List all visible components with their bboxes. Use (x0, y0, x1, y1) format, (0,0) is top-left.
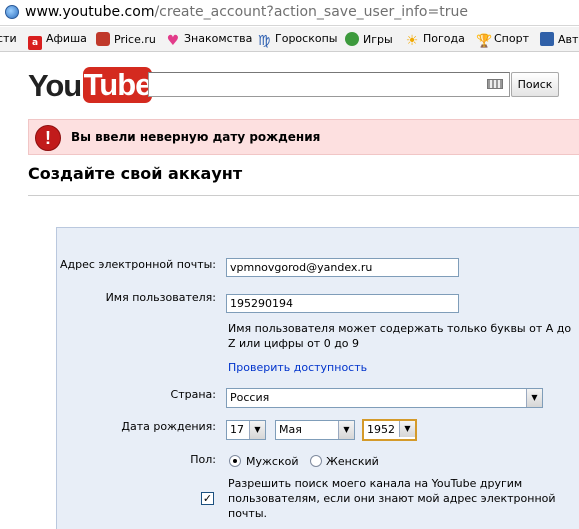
error-message: Вы ввели неверную дату рождения (71, 130, 321, 144)
bookmark-label: Погода (423, 32, 465, 45)
username-field[interactable]: 195290194 (226, 294, 459, 313)
heart-icon: ♥ (166, 33, 180, 49)
bookmark-item-afisha[interactable]: a Афиша (28, 32, 87, 50)
logo-tube-text: Tube (83, 67, 152, 103)
bookmark-item-partial[interactable]: сти (0, 32, 17, 45)
bookmark-item-horoscope[interactable]: ♍ Гороскопы (257, 32, 338, 49)
birth-month-select[interactable]: Мая ▼ (275, 420, 355, 440)
bookmark-label: сти (0, 32, 17, 45)
birth-year-value: 1952 (367, 423, 395, 436)
trophy-icon: 🏆 (476, 34, 493, 49)
games-icon (345, 32, 359, 46)
bookmark-item-sport[interactable]: 🏆 Спорт (476, 32, 529, 49)
bookmark-label: Гороскопы (275, 32, 338, 45)
chevron-down-icon[interactable]: ▼ (526, 389, 542, 407)
bookmark-label: Спорт (494, 32, 529, 45)
email-field[interactable]: vpmnovgorod@yandex.ru (226, 258, 459, 277)
country-label: Страна: (170, 388, 216, 401)
bookmark-label: Игры (363, 33, 393, 46)
keyboard-icon[interactable] (487, 79, 503, 89)
birth-month-value: Мая (279, 423, 302, 436)
bookmark-item-price[interactable]: Price.ru (96, 32, 156, 46)
chevron-down-icon[interactable]: ▼ (338, 421, 354, 439)
chevron-down-icon[interactable]: ▼ (249, 421, 265, 439)
gender-female-radio[interactable] (310, 455, 322, 467)
birth-day-value: 17 (230, 423, 244, 436)
globe-icon (5, 5, 19, 19)
email-label: Адрес электронной почты: (59, 258, 216, 271)
afisha-icon: a (28, 36, 42, 50)
bookmark-item-dating[interactable]: ♥ Знакомства (166, 32, 253, 49)
gift-icon (96, 32, 110, 46)
birth-day-select[interactable]: 17 ▼ (226, 420, 266, 440)
sun-icon: ☀ (405, 33, 419, 49)
bookmark-label: Авто (558, 33, 579, 46)
address-bar[interactable]: www.youtube.com/create_account?action_sa… (0, 0, 579, 26)
chevron-down-icon[interactable]: ▼ (399, 421, 415, 437)
gender-label: Пол: (190, 453, 216, 466)
search-button[interactable]: Поиск (511, 72, 559, 97)
divider (28, 195, 579, 196)
url-path: /create_account?action_save_user_info=tr… (154, 4, 468, 20)
bookmark-item-games[interactable]: Игры (345, 32, 393, 46)
birth-year-select[interactable]: 1952 ▼ (362, 419, 417, 441)
bookmark-label: Price.ru (114, 33, 156, 46)
country-value: Россия (230, 391, 270, 404)
birthdate-label: Дата рождения: (121, 420, 216, 433)
bookmark-item-auto[interactable]: Авто (540, 32, 579, 46)
error-banner: ! Вы ввели неверную дату рождения (28, 119, 579, 155)
url-text[interactable]: www.youtube.com/create_account?action_sa… (25, 4, 468, 20)
page-title: Создайте свой аккаунт (28, 164, 243, 183)
share-checkbox[interactable]: ✓ (201, 492, 214, 505)
gender-female-label[interactable]: Женский (326, 455, 379, 468)
car-icon (540, 32, 554, 46)
url-host: www.youtube.com (25, 4, 155, 20)
logo-you-text: You (28, 68, 82, 103)
gender-male-radio[interactable] (229, 455, 241, 467)
bookmark-label: Афиша (46, 32, 87, 45)
share-checkbox-label[interactable]: Разрешить поиск моего канала на YouTube … (228, 476, 568, 521)
error-icon: ! (35, 125, 61, 151)
search-input[interactable] (148, 72, 510, 97)
bookmark-label: Знакомства (184, 32, 253, 45)
bookmark-item-weather[interactable]: ☀ Погода (405, 32, 465, 48)
username-hint: Имя пользователя может содержать только … (228, 322, 572, 350)
zodiac-icon: ♍ (257, 33, 271, 49)
country-select[interactable]: Россия ▼ (226, 388, 543, 408)
check-availability-link[interactable]: Проверить доступность (228, 361, 367, 374)
username-label: Имя пользователя: (105, 291, 216, 304)
gender-male-label[interactable]: Мужской (246, 455, 298, 468)
bookmarks-bar: сти a Афиша Price.ru ♥ Знакомства ♍ Гороско… (0, 27, 579, 52)
